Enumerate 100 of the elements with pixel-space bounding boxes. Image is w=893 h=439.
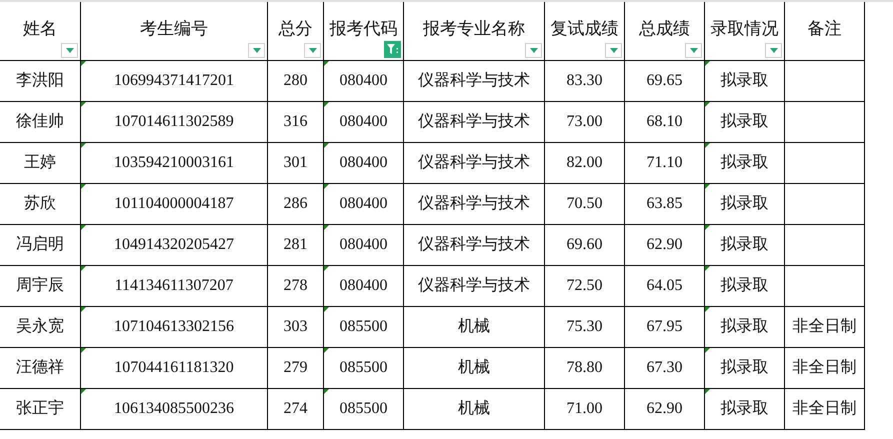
table-cell: 周宇辰 bbox=[0, 266, 81, 307]
caret-icon bbox=[770, 48, 778, 53]
table-cell: 汪德祥 bbox=[0, 348, 81, 389]
table-cell: 72.50 bbox=[545, 266, 625, 307]
table-cell: 拟录取 bbox=[705, 184, 785, 225]
table-cell: 080400 bbox=[324, 266, 404, 307]
caret-icon bbox=[690, 48, 698, 53]
table-cell: 78.80 bbox=[545, 348, 625, 389]
table-cell: 62.90 bbox=[625, 389, 705, 430]
table-cell: 机械 bbox=[404, 389, 545, 430]
table-cell: 279 bbox=[268, 348, 324, 389]
table-cell: 080400 bbox=[324, 143, 404, 184]
table-cell: 非全日制 bbox=[785, 389, 865, 430]
caret-icon bbox=[252, 48, 260, 53]
table-cell: 73.00 bbox=[545, 102, 625, 143]
caret-icon bbox=[66, 48, 74, 53]
table-cell: 085500 bbox=[324, 348, 404, 389]
table-cell: 106134085500236 bbox=[81, 389, 268, 430]
column-header: 报考专业名称 bbox=[404, 2, 545, 61]
table-cell: 114134611307207 bbox=[81, 266, 268, 307]
table-cell: 103594210003161 bbox=[81, 143, 268, 184]
table-cell: 301 bbox=[268, 143, 324, 184]
table-cell: 69.60 bbox=[545, 225, 625, 266]
table-cell: 101104000004187 bbox=[81, 184, 268, 225]
table-cell: 仪器科学与技术 bbox=[404, 143, 545, 184]
column-header: 复试成绩 bbox=[545, 2, 625, 61]
table-cell: 62.90 bbox=[625, 225, 705, 266]
filter-button[interactable] bbox=[61, 43, 78, 58]
table-cell: 机械 bbox=[404, 348, 545, 389]
table-cell: 非全日制 bbox=[785, 307, 865, 348]
table-cell: 王婷 bbox=[0, 143, 81, 184]
caret-icon bbox=[308, 48, 316, 53]
table-cell: 104914320205427 bbox=[81, 225, 268, 266]
table-cell: 吴永宽 bbox=[0, 307, 81, 348]
column-header: 报考代码 bbox=[324, 2, 404, 61]
table-cell: 82.00 bbox=[545, 143, 625, 184]
table-cell: 李洪阳 bbox=[0, 61, 81, 102]
table-cell: 64.05 bbox=[625, 266, 705, 307]
filter-button[interactable] bbox=[384, 41, 401, 58]
table-cell: 拟录取 bbox=[705, 102, 785, 143]
table-cell: 仪器科学与技术 bbox=[404, 225, 545, 266]
column-header: 备注 bbox=[785, 2, 865, 61]
column-header: 姓名 bbox=[0, 2, 81, 61]
funnel-icon bbox=[386, 44, 398, 55]
table-cell: 71.10 bbox=[625, 143, 705, 184]
filter-button[interactable] bbox=[248, 43, 265, 58]
table-cell: 080400 bbox=[324, 225, 404, 266]
table-cell: 冯启明 bbox=[0, 225, 81, 266]
table-cell: 非全日制 bbox=[785, 348, 865, 389]
table-cell: 68.10 bbox=[625, 102, 705, 143]
table-cell: 107104613302156 bbox=[81, 307, 268, 348]
table-cell: 303 bbox=[268, 307, 324, 348]
table-cell: 仪器科学与技术 bbox=[404, 184, 545, 225]
table-cell: 拟录取 bbox=[705, 225, 785, 266]
table-cell: 70.50 bbox=[545, 184, 625, 225]
table-cell: 拟录取 bbox=[705, 389, 785, 430]
table-cell: 徐佳帅 bbox=[0, 102, 81, 143]
caret-icon bbox=[530, 48, 538, 53]
table-cell: 085500 bbox=[324, 389, 404, 430]
table-cell: 拟录取 bbox=[705, 143, 785, 184]
column-header: 总成绩 bbox=[625, 2, 705, 61]
table-cell: 机械 bbox=[404, 307, 545, 348]
column-header: 考生编号 bbox=[81, 2, 268, 61]
table-cell: 080400 bbox=[324, 61, 404, 102]
table-cell: 苏欣 bbox=[0, 184, 81, 225]
table-cell: 280 bbox=[268, 61, 324, 102]
table-cell: 仪器科学与技术 bbox=[404, 102, 545, 143]
filter-button[interactable] bbox=[605, 43, 622, 58]
table-cell: 69.65 bbox=[625, 61, 705, 102]
filter-button[interactable] bbox=[525, 43, 542, 58]
table-cell: 080400 bbox=[324, 184, 404, 225]
table-cell: 106994371417201 bbox=[81, 61, 268, 102]
table-cell: 拟录取 bbox=[705, 348, 785, 389]
column-header: 录取情况 bbox=[705, 2, 785, 61]
table-cell: 63.85 bbox=[625, 184, 705, 225]
table-cell: 张正宇 bbox=[0, 389, 81, 430]
table-cell: 278 bbox=[268, 266, 324, 307]
caret-icon bbox=[610, 48, 618, 53]
table-cell: 67.30 bbox=[625, 348, 705, 389]
table-cell: 67.95 bbox=[625, 307, 705, 348]
table-cell: 拟录取 bbox=[705, 307, 785, 348]
table-cell: 281 bbox=[268, 225, 324, 266]
table-cell: 080400 bbox=[324, 102, 404, 143]
table-cell: 83.30 bbox=[545, 61, 625, 102]
table-cell: 316 bbox=[268, 102, 324, 143]
table-cell: 75.30 bbox=[545, 307, 625, 348]
table-cell: 085500 bbox=[324, 307, 404, 348]
filter-button[interactable] bbox=[685, 43, 702, 58]
table-cell: 107044161181320 bbox=[81, 348, 268, 389]
filter-button[interactable] bbox=[304, 43, 321, 58]
table-cell: 仪器科学与技术 bbox=[404, 61, 545, 102]
filter-button[interactable] bbox=[765, 43, 782, 58]
table-cell: 拟录取 bbox=[705, 61, 785, 102]
table-cell: 286 bbox=[268, 184, 324, 225]
table-cell: 仪器科学与技术 bbox=[404, 266, 545, 307]
table-cell: 107014611302589 bbox=[81, 102, 268, 143]
table-cell: 274 bbox=[268, 389, 324, 430]
table-cell: 71.00 bbox=[545, 389, 625, 430]
table-cell: 拟录取 bbox=[705, 266, 785, 307]
column-header: 总分 bbox=[268, 2, 324, 61]
